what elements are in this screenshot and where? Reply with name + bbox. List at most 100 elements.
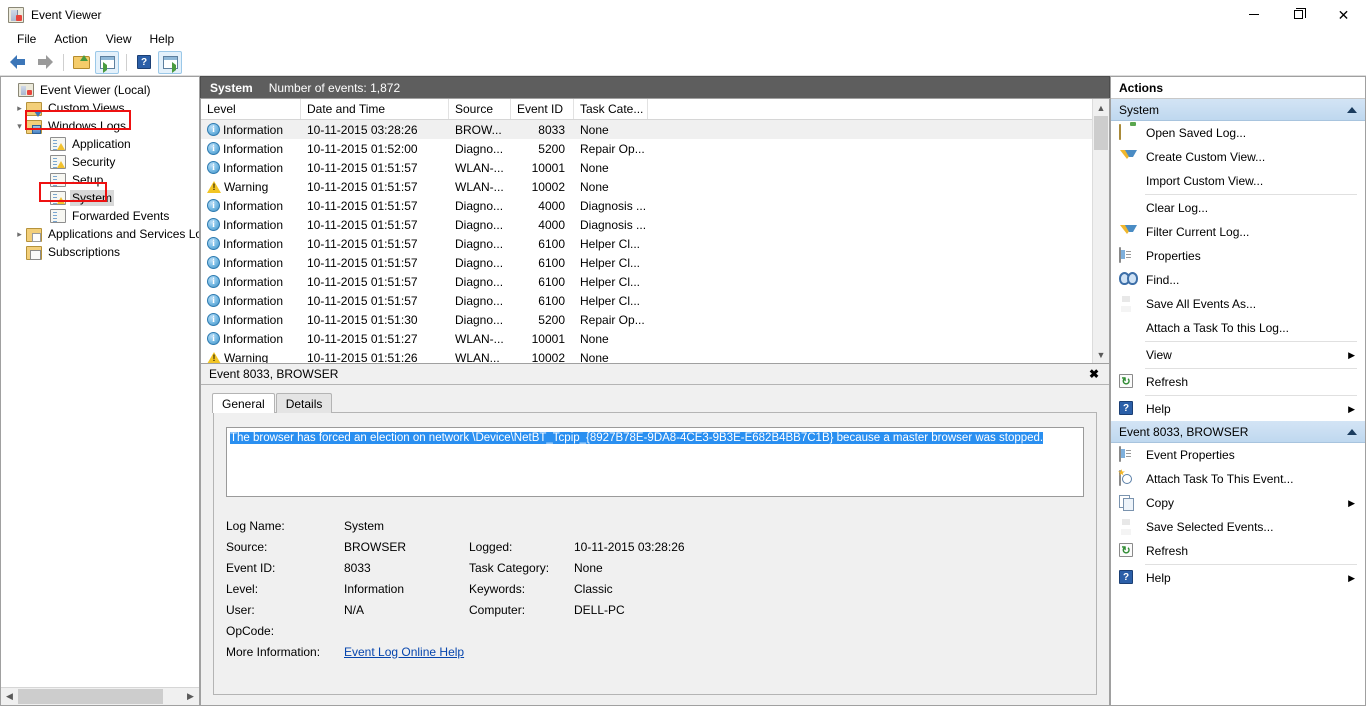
tree-item-windows-logs[interactable]: ▾ Windows Logs: [1, 117, 199, 135]
action-refresh[interactable]: ↻ Refresh: [1111, 370, 1365, 394]
show-hide-console-tree-button[interactable]: [95, 50, 119, 74]
column-header-event-id[interactable]: Event ID: [511, 99, 574, 119]
tab-details[interactable]: Details: [275, 393, 333, 413]
open-saved-log-button[interactable]: [69, 51, 93, 74]
tree-item-applications-and-services-logs[interactable]: ▸ Applications and Services Lo: [1, 225, 199, 243]
tree-item-forwarded-events[interactable]: Forwarded Events: [1, 207, 199, 225]
properties-icon: [1119, 446, 1121, 462]
action-open-saved-log[interactable]: Open Saved Log...: [1111, 121, 1365, 145]
tree-item-custom-views[interactable]: ▸ Custom Views: [1, 99, 199, 117]
tree-item-event-viewer-local[interactable]: Event Viewer (Local): [1, 81, 199, 99]
action-find[interactable]: Find...: [1111, 268, 1365, 292]
action-clear-log[interactable]: Clear Log...: [1111, 196, 1365, 220]
column-header-source[interactable]: Source: [449, 99, 511, 119]
table-row[interactable]: i Information 10-11-2015 01:51:57 Diagno.…: [201, 234, 1092, 253]
subscriptions-icon: [26, 246, 42, 260]
action-save-selected-events[interactable]: Save Selected Events...: [1111, 515, 1365, 539]
vscroll-thumb[interactable]: [1094, 116, 1108, 150]
help-button[interactable]: ?: [132, 51, 156, 74]
no-icon: [1119, 173, 1137, 189]
minimize-button[interactable]: [1231, 0, 1276, 29]
action-refresh-event[interactable]: ↻ Refresh: [1111, 539, 1365, 563]
table-row[interactable]: i Information 10-11-2015 01:51:57 Diagno.…: [201, 272, 1092, 291]
tree-item-subscriptions[interactable]: Subscriptions: [1, 243, 199, 261]
table-row[interactable]: i Information 10-11-2015 03:28:26 BROW...…: [201, 120, 1092, 139]
scroll-down-button[interactable]: ▼: [1093, 346, 1109, 363]
action-help-event[interactable]: ? Help ▶: [1111, 566, 1365, 590]
action-create-custom-view[interactable]: Create Custom View...: [1111, 145, 1365, 169]
table-row[interactable]: Warning 10-11-2015 01:51:26 WLAN... 1000…: [201, 348, 1092, 363]
table-row[interactable]: i Information 10-11-2015 01:51:57 Diagno.…: [201, 253, 1092, 272]
event-list-vertical-scrollbar[interactable]: ▲ ▼: [1092, 99, 1109, 363]
cell-date: 10-11-2015 01:51:57: [307, 179, 418, 194]
collapse-caret-icon[interactable]: [1347, 428, 1357, 435]
action-import-custom-view[interactable]: Import Custom View...: [1111, 169, 1365, 193]
table-row[interactable]: i Information 10-11-2015 01:51:57 WLAN-..…: [201, 158, 1092, 177]
cell-event-id: 6100: [538, 236, 565, 251]
open-saved-log-icon: [1119, 124, 1121, 140]
maximize-button[interactable]: [1276, 0, 1321, 29]
action-save-all-events-as[interactable]: Save All Events As...: [1111, 292, 1365, 316]
actions-group-label: Event 8033, BROWSER: [1119, 424, 1249, 439]
tree-item-application[interactable]: Application: [1, 135, 199, 153]
table-row[interactable]: i Information 10-11-2015 01:51:57 Diagno.…: [201, 196, 1092, 215]
information-icon: i: [207, 142, 220, 155]
back-button[interactable]: [6, 51, 30, 74]
tab-general[interactable]: General: [212, 393, 275, 413]
forward-button[interactable]: [32, 51, 56, 74]
cell-date: 10-11-2015 01:51:27: [307, 331, 418, 346]
action-help[interactable]: ? Help ▶: [1111, 397, 1365, 421]
action-copy[interactable]: Copy ▶: [1111, 491, 1365, 515]
menu-view[interactable]: View: [97, 30, 141, 48]
action-view[interactable]: View ▶: [1111, 343, 1365, 367]
vscroll-track[interactable]: [1093, 116, 1109, 346]
close-icon[interactable]: ✖: [1085, 366, 1103, 382]
field-label: Computer:: [469, 602, 526, 617]
tree-horizontal-scrollbar[interactable]: ◀ ▶: [1, 687, 199, 705]
collapse-caret-icon[interactable]: [1347, 106, 1357, 113]
action-properties[interactable]: Properties: [1111, 244, 1365, 268]
chevron-right-icon[interactable]: ▸: [13, 102, 26, 115]
action-label: Copy: [1146, 496, 1175, 510]
menu-help[interactable]: Help: [141, 30, 184, 48]
table-row[interactable]: i Information 10-11-2015 01:51:57 Diagno.…: [201, 291, 1092, 310]
action-attach-a-task-to-this-log[interactable]: Attach a Task To this Log...: [1111, 316, 1365, 340]
field-label: Level:: [226, 581, 259, 596]
menu-action[interactable]: Action: [45, 30, 96, 48]
actions-group-header-system[interactable]: System: [1111, 99, 1365, 121]
table-row[interactable]: i Information 10-11-2015 01:51:27 WLAN-..…: [201, 329, 1092, 348]
column-header-level[interactable]: Level: [201, 99, 301, 119]
event-log-online-help-link[interactable]: Event Log Online Help: [344, 645, 464, 659]
show-hide-action-pane-button[interactable]: [158, 50, 182, 74]
menu-file[interactable]: File: [8, 30, 45, 48]
table-row[interactable]: i Information 10-11-2015 01:51:57 Diagno.…: [201, 215, 1092, 234]
hscroll-thumb[interactable]: [18, 689, 163, 704]
scroll-right-button[interactable]: ▶: [182, 688, 199, 705]
log-warning-icon: [50, 155, 66, 169]
tree-item-security[interactable]: Security: [1, 153, 199, 171]
close-button[interactable]: ✕: [1321, 0, 1366, 29]
table-row[interactable]: Warning 10-11-2015 01:51:57 WLAN-... 100…: [201, 177, 1092, 196]
action-event-properties[interactable]: Event Properties: [1111, 443, 1365, 467]
action-pane-icon: [162, 55, 178, 73]
field-label: Log Name:: [226, 518, 285, 533]
chevron-right-icon[interactable]: ▸: [13, 228, 26, 241]
hscroll-track[interactable]: [18, 688, 182, 705]
action-label: Attach a Task To this Log...: [1146, 321, 1289, 335]
action-attach-task-to-this-event[interactable]: Attach Task To This Event...: [1111, 467, 1365, 491]
cell-event-id: 4000: [538, 217, 565, 232]
scroll-up-button[interactable]: ▲: [1093, 99, 1109, 116]
scroll-left-button[interactable]: ◀: [1, 688, 18, 705]
chevron-down-icon[interactable]: ▾: [13, 120, 26, 133]
column-header-date-and-time[interactable]: Date and Time: [301, 99, 449, 119]
column-header-task-category[interactable]: Task Cate...: [574, 99, 648, 119]
table-row[interactable]: i Information 10-11-2015 01:52:00 Diagno.…: [201, 139, 1092, 158]
action-filter-current-log[interactable]: Filter Current Log...: [1111, 220, 1365, 244]
tree-item-label: Application: [72, 137, 131, 151]
table-row[interactable]: i Information 10-11-2015 01:51:30 Diagno.…: [201, 310, 1092, 329]
actions-group-header-event[interactable]: Event 8033, BROWSER: [1111, 421, 1365, 443]
event-message-box[interactable]: The browser has forced an election on ne…: [226, 427, 1084, 497]
tree-item-label: Subscriptions: [48, 245, 121, 259]
tree-item-system[interactable]: System: [1, 189, 199, 207]
tree-item-setup[interactable]: Setup: [1, 171, 199, 189]
